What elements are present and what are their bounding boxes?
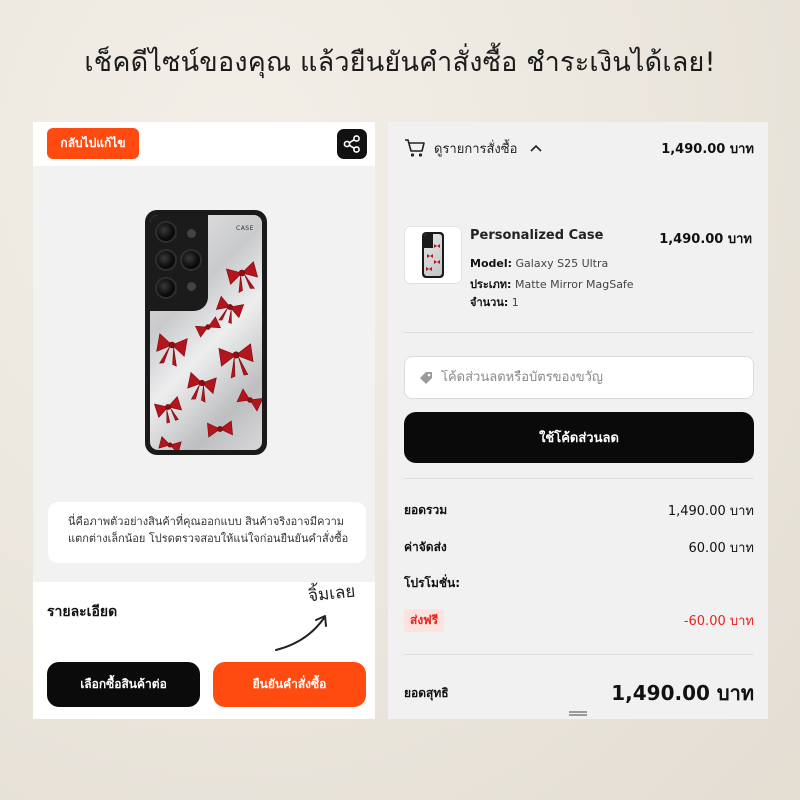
- order-summary-panel: ดูรายการสั่งซื้อ 1,490.00 บาท Personaliz: [388, 122, 768, 719]
- share-button[interactable]: [337, 129, 367, 159]
- divider: [404, 654, 754, 655]
- subtotal-label: ยอดรวม: [404, 503, 448, 517]
- camera-lens: [155, 221, 177, 243]
- divider: [404, 332, 754, 333]
- preview-notice: นี่คือภาพตัวอย่างสินค้าที่คุณออกแบบ สินค…: [48, 502, 366, 563]
- mirror-surface: CASE: [150, 215, 262, 450]
- grand-total-value: 1,490.00 บาท: [611, 681, 754, 705]
- arrow-annotation-icon: [275, 615, 327, 651]
- phone-case-preview: CASE: [145, 210, 267, 455]
- cart-icon: [405, 139, 425, 157]
- continue-shopping-button[interactable]: เลือกซื้อสินค้าต่อ: [47, 662, 200, 707]
- apply-coupon-button[interactable]: ใช้โค้ดส่วนลด: [404, 412, 754, 463]
- back-to-edit-button[interactable]: กลับไปแก้ไข: [47, 128, 139, 159]
- shipping-row: ค่าจัดส่ง 60.00 บาท: [404, 537, 754, 558]
- model-value: Galaxy S25 Ultra: [515, 257, 609, 270]
- product-name: Personalized Case: [470, 228, 604, 243]
- product-thumbnail: [404, 226, 462, 284]
- free-shipping-badge: ส่งฟรี: [404, 609, 445, 632]
- details-label: รายละเอียด: [47, 604, 118, 620]
- mini-case-image: [422, 232, 444, 278]
- discount-value: -60.00 บาท: [683, 614, 754, 629]
- product-quantity: จำนวน: 1: [470, 293, 519, 311]
- divider: [404, 478, 754, 479]
- drag-handle[interactable]: [569, 711, 587, 716]
- page-headline: เช็คดีไซน์ของคุณ แล้วยืนยันคำสั่งซื้อ ชำ…: [84, 47, 716, 78]
- type-label: ประเภท:: [470, 278, 512, 291]
- grand-total-row: ยอดสุทธิ 1,490.00 บาท: [404, 677, 754, 709]
- type-value: Matte Mirror MagSafe: [514, 278, 634, 291]
- quantity-label: จำนวน:: [470, 296, 509, 309]
- subtotal-row: ยอดรวม 1,490.00 บาท: [404, 500, 754, 521]
- product-model: Model: Galaxy S25 Ultra: [470, 257, 608, 270]
- promotion-label: โปรโมชั่น:: [404, 576, 461, 590]
- camera-lens: [180, 249, 202, 271]
- order-summary-total: 1,490.00 บาท: [661, 141, 754, 157]
- free-shipping-row: ส่งฟรี -60.00 บาท: [404, 609, 754, 632]
- product-type: ประเภท: Matte Mirror MagSafe: [470, 275, 634, 293]
- grand-total-label: ยอดสุทธิ: [404, 685, 449, 700]
- model-label: Model:: [470, 257, 513, 270]
- coupon-field[interactable]: [404, 356, 754, 399]
- case-brand-mark: CASE: [236, 225, 254, 232]
- tag-icon: [420, 371, 432, 384]
- camera-lens: [155, 249, 177, 271]
- preview-top-bar: กลับไปแก้ไข: [33, 122, 375, 166]
- camera-lens: [155, 277, 177, 299]
- promotion-row: โปรโมชั่น:: [404, 574, 754, 593]
- flash-dot: [187, 229, 196, 238]
- order-summary-toggle[interactable]: ดูรายการสั่งซื้อ 1,490.00 บาท: [404, 136, 754, 160]
- coupon-input[interactable]: [441, 370, 741, 385]
- order-summary-label: ดูรายการสั่งซื้อ: [434, 141, 518, 157]
- confirm-order-button[interactable]: ยืนยันคำสั่งซื้อ: [213, 662, 366, 707]
- shipping-value: 60.00 บาท: [688, 541, 754, 556]
- subtotal-value: 1,490.00 บาท: [667, 504, 754, 519]
- sensor-dot: [187, 282, 196, 291]
- camera-module: [150, 215, 208, 311]
- chevron-up-icon: [530, 144, 542, 152]
- share-icon: [343, 135, 360, 153]
- shipping-label: ค่าจัดส่ง: [404, 540, 447, 554]
- tap-here-annotation: จิ้มเลย: [307, 581, 357, 607]
- product-price: 1,490.00 บาท: [659, 232, 752, 247]
- quantity-value: 1: [511, 296, 519, 309]
